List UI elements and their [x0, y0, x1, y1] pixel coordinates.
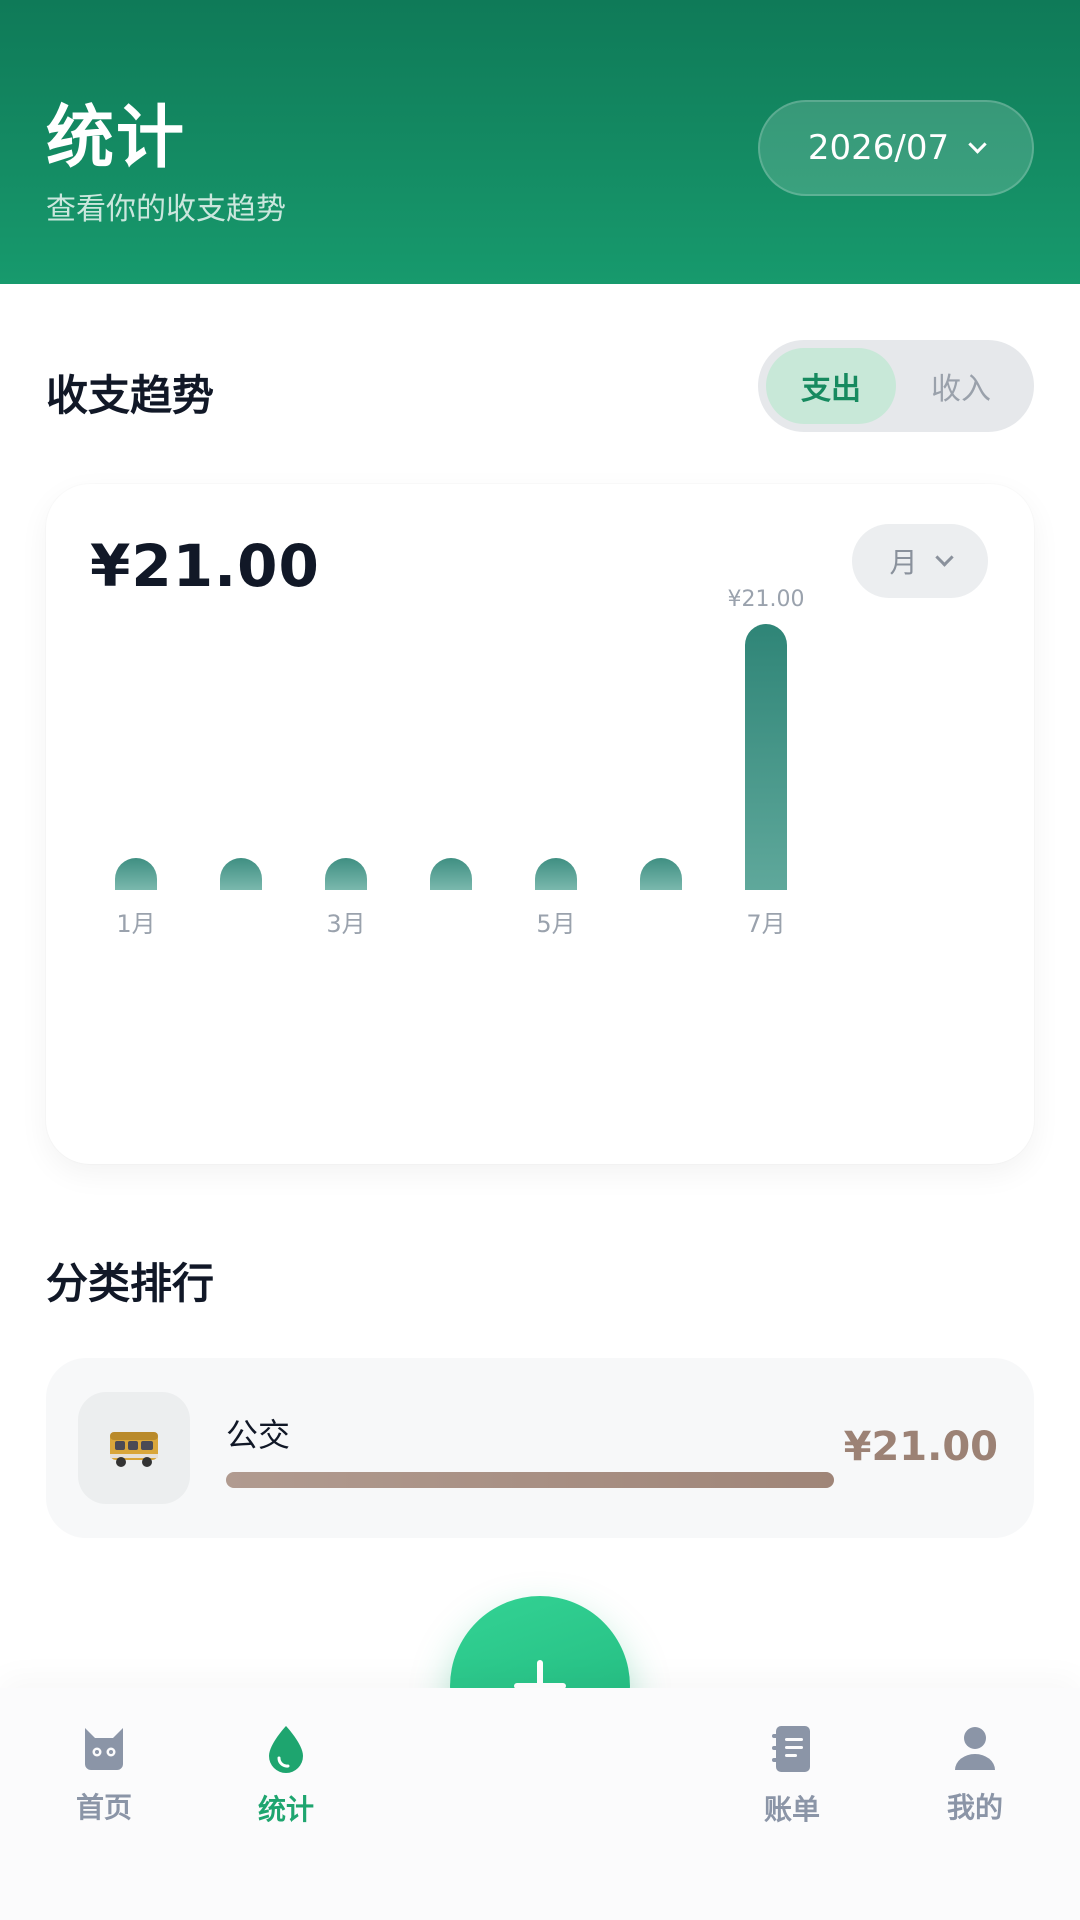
nav-item-stats[interactable]: 统计 [226, 1724, 346, 1828]
nav-label-home: 首页 [75, 1791, 132, 1824]
bar-2月[interactable] [220, 858, 262, 890]
trend-chart-card: ¥21.00 月 1月 3月 5月 ¥21.00 7月 [46, 484, 1034, 1164]
nav-label-profile: 我的 [946, 1791, 1003, 1824]
person-icon [955, 1727, 995, 1770]
stats-screen: 统计 查看你的收支趋势 2026/07 收支趋势 支出 收入 ¥21.00 月 [0, 0, 1080, 1920]
page-subtitle: 查看你的收支趋势 [46, 192, 286, 227]
x-tick-label: 5月 [536, 910, 575, 938]
toggle-expense[interactable]: 支出 [766, 348, 896, 424]
bar-data-label: ¥21.00 [728, 587, 805, 612]
category-name: 公交 [226, 1416, 291, 1454]
ranking-item[interactable]: 公交 ¥21.00 [46, 1358, 1034, 1538]
bar-7月[interactable] [745, 624, 787, 890]
toggle-income[interactable]: 收入 [896, 348, 1026, 424]
ranking-section-title: 分类排行 [46, 1259, 215, 1308]
nav-item-profile[interactable]: 我的 [915, 1724, 1035, 1826]
category-share-track [226, 1472, 834, 1488]
x-tick-label: 1月 [116, 910, 155, 938]
category-share-bar [226, 1472, 834, 1488]
bar-4月[interactable] [430, 858, 472, 890]
x-tick-label: 3月 [326, 910, 365, 938]
header: 统计 查看你的收支趋势 2026/07 [0, 0, 1080, 284]
notebook-icon [772, 1726, 810, 1772]
x-tick-label: 7月 [746, 910, 785, 938]
nav-label-bills: 账单 [763, 1793, 820, 1826]
bottom-nav: 首页 统计 账单 我的 [0, 1688, 1080, 1920]
cat-home-icon [85, 1728, 123, 1770]
bar-5月[interactable] [535, 858, 577, 890]
bar-6月[interactable] [640, 858, 682, 890]
bar-1月[interactable] [115, 858, 157, 890]
bus-icon [78, 1392, 190, 1504]
category-amount: ¥21.00 [843, 1424, 998, 1470]
nav-item-home[interactable]: 首页 [44, 1724, 164, 1826]
nav-label-stats: 统计 [257, 1793, 314, 1826]
drop-stats-icon [269, 1726, 303, 1773]
date-selector[interactable]: 2026/07 [758, 100, 1034, 196]
bar-3月[interactable] [325, 858, 367, 890]
trend-section-title: 收支趋势 [46, 371, 215, 420]
date-selector-label: 2026/07 [807, 128, 950, 168]
nav-item-bills[interactable]: 账单 [732, 1724, 852, 1828]
chevron-down-icon [968, 134, 987, 154]
trend-bar-chart: 1月 3月 5月 ¥21.00 7月 [115, 587, 805, 938]
expense-income-toggle: 支出 收入 [758, 340, 1034, 432]
page-title: 统计 [46, 99, 187, 178]
